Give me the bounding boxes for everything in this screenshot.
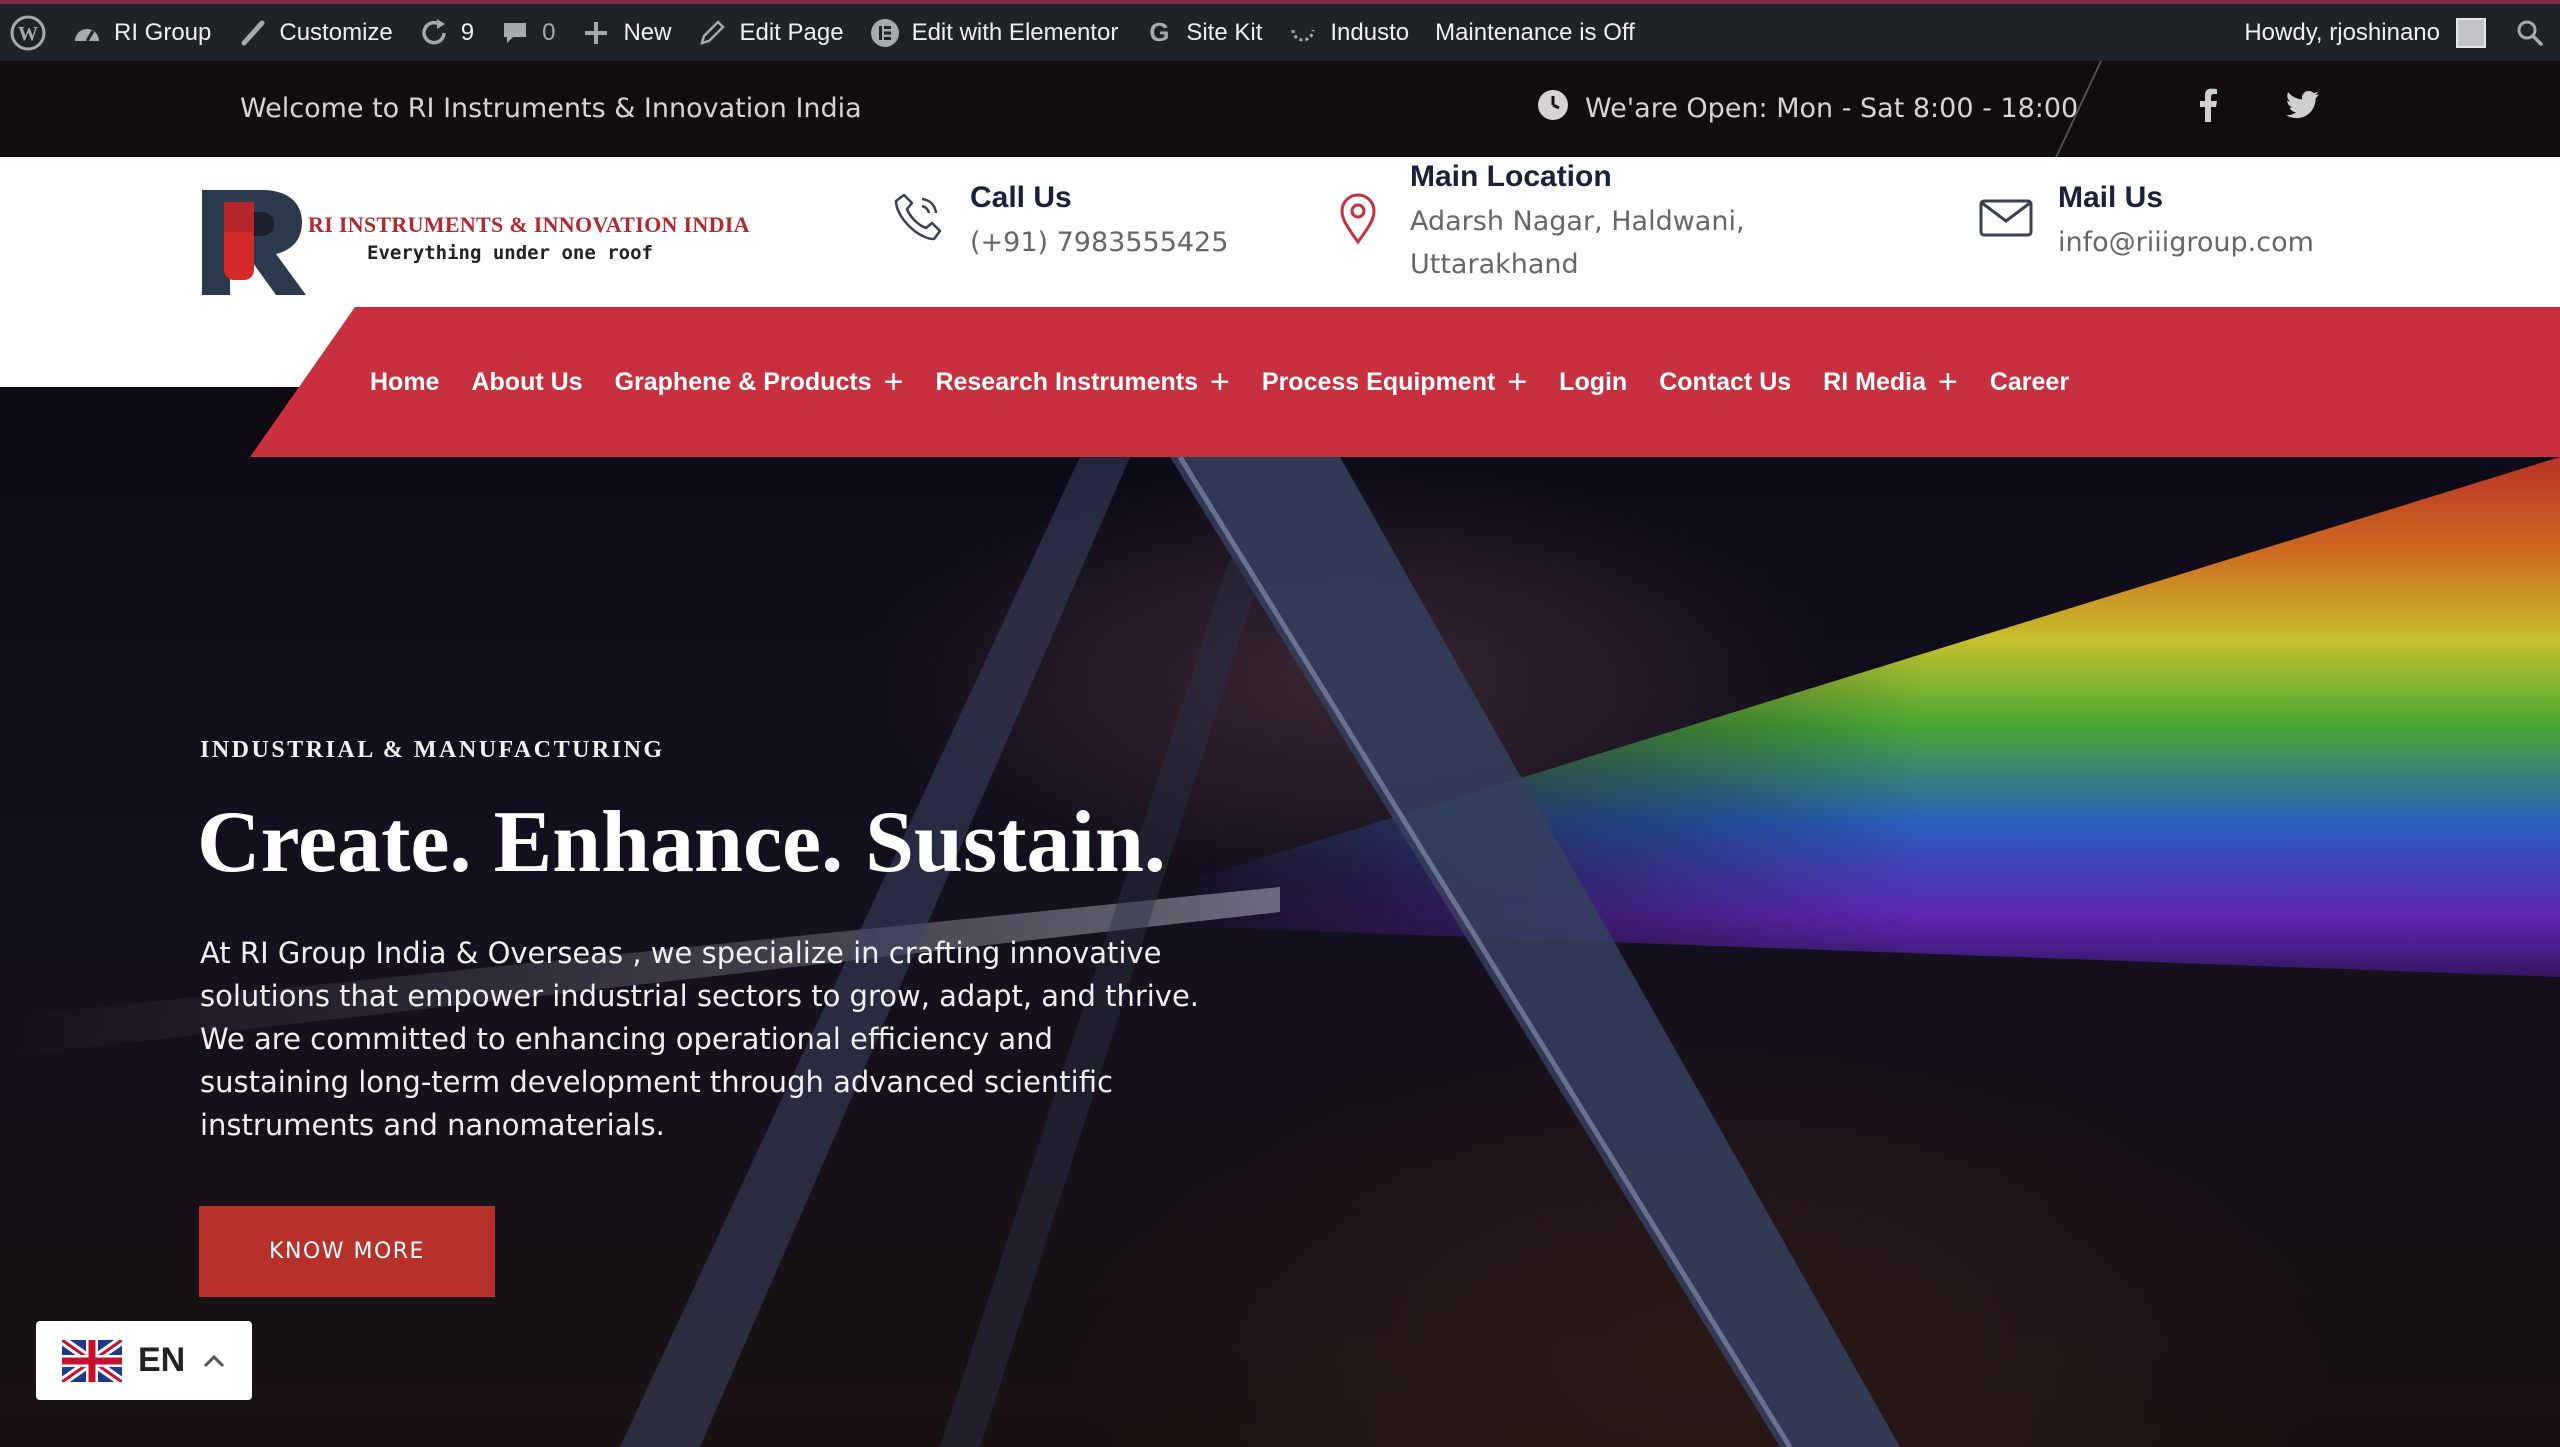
theme-smile-icon bbox=[1288, 18, 1318, 48]
nav-item-about-us[interactable]: About Us bbox=[471, 368, 582, 397]
plus-icon[interactable]: + bbox=[884, 365, 904, 399]
mail-us-address[interactable]: info@riiigroup.com bbox=[2058, 221, 2314, 264]
adminbar-howdy[interactable]: Howdy, rjoshinano bbox=[2244, 19, 2440, 47]
adminbar-customize-label: Customize bbox=[279, 18, 393, 46]
plus-icon[interactable]: + bbox=[1938, 365, 1958, 399]
adminbar-updates[interactable]: 9 bbox=[419, 18, 474, 48]
brush-icon bbox=[237, 18, 267, 48]
location-title: Main Location bbox=[1410, 160, 1612, 193]
nav-item-label: Home bbox=[370, 367, 440, 396]
top-info-bar: Welcome to RI Instruments & Innovation I… bbox=[0, 61, 2560, 171]
language-code: EN bbox=[138, 1341, 186, 1379]
adminbar-comments[interactable]: 0 bbox=[500, 18, 555, 48]
adminbar-customize[interactable]: Customize bbox=[237, 18, 393, 48]
nav-item-label: Research Instruments bbox=[935, 367, 1199, 396]
adminbar-site-label: RI Group bbox=[114, 18, 212, 46]
svg-text:W: W bbox=[18, 23, 38, 45]
nav-item-home[interactable]: Home bbox=[370, 368, 439, 397]
facebook-icon[interactable] bbox=[2188, 85, 2228, 125]
phone-icon bbox=[890, 189, 946, 245]
google-g-icon: G bbox=[1149, 17, 1170, 47]
adminbar-new[interactable]: New bbox=[581, 18, 671, 48]
adminbar-new-label: New bbox=[623, 18, 672, 46]
mail-icon bbox=[1978, 189, 2034, 245]
nav-item-label: Process Equipment bbox=[1261, 367, 1496, 396]
adminbar-theme[interactable]: Industo bbox=[1288, 18, 1409, 48]
know-more-button[interactable]: KNOW MORE bbox=[199, 1206, 495, 1297]
nav-item-contact-us[interactable]: Contact Us bbox=[1659, 368, 1791, 397]
adminbar-comments-count: 0 bbox=[542, 18, 556, 46]
chevron-up-icon bbox=[203, 1347, 225, 1375]
logo-mark-icon bbox=[202, 190, 306, 295]
adminbar-updates-count: 9 bbox=[460, 18, 475, 46]
plus-icon[interactable]: + bbox=[1210, 365, 1230, 399]
contact-mail[interactable]: Mail Us info@riiigroup.com bbox=[1978, 181, 2314, 264]
plus-icon bbox=[581, 18, 611, 48]
nav-item-graphene-products[interactable]: Graphene & Products + bbox=[615, 365, 904, 399]
adminbar-maintenance-label: Maintenance is Off bbox=[1435, 18, 1635, 46]
adminbar-theme-label: Industo bbox=[1330, 18, 1410, 46]
site-logo[interactable]: RI INSTRUMENTS & INNOVATION INDIA Everyt… bbox=[202, 190, 782, 295]
mail-us-title: Mail Us bbox=[2058, 181, 2164, 214]
hero-kicker: INDUSTRIAL & MANUFACTURING bbox=[200, 737, 665, 763]
pencil-icon bbox=[697, 18, 727, 48]
wordpress-logo-icon[interactable]: W bbox=[10, 15, 46, 51]
opening-hours-text: We'are Open: Mon - Sat 8:00 - 18:00 bbox=[1585, 93, 2079, 124]
opening-hours: We'are Open: Mon - Sat 8:00 - 18:00 bbox=[1537, 89, 2078, 128]
call-us-number[interactable]: (+91) 7983555425 bbox=[970, 221, 1228, 264]
location-line-1: Adarsh Nagar, Haldwani, bbox=[1410, 206, 1745, 237]
nav-item-label: Login bbox=[1559, 367, 1628, 396]
contact-location[interactable]: Main Location Adarsh Nagar, Haldwani, Ut… bbox=[1330, 160, 1745, 286]
avatar[interactable] bbox=[2456, 17, 2486, 48]
adminbar-elementor[interactable]: Edit with Elementor bbox=[870, 18, 1119, 48]
call-us-title: Call Us bbox=[970, 181, 1072, 214]
nav-item-research-instruments[interactable]: Research Instruments + bbox=[935, 365, 1229, 399]
adminbar-sitekit[interactable]: G Site Kit bbox=[1144, 17, 1263, 48]
adminbar-edit-page[interactable]: Edit Page bbox=[697, 18, 844, 48]
contact-call[interactable]: Call Us (+91) 7983555425 bbox=[890, 181, 1228, 264]
nav-item-label: Contact Us bbox=[1659, 367, 1792, 396]
logo-title: RI INSTRUMENTS & INNOVATION INDIA bbox=[308, 212, 750, 237]
adminbar-site-link[interactable]: RI Group bbox=[72, 18, 211, 48]
adminbar-elementor-label: Edit with Elementor bbox=[911, 18, 1119, 46]
adminbar-edit-page-label: Edit Page bbox=[739, 18, 844, 46]
logo-tagline: Everything under one roof bbox=[367, 242, 653, 264]
clock-icon bbox=[1537, 89, 1569, 128]
nav-item-label: Graphene & Products bbox=[614, 367, 872, 396]
nav-item-label: Career bbox=[1989, 367, 2070, 396]
adminbar-maintenance[interactable]: Maintenance is Off bbox=[1435, 19, 1635, 47]
elementor-icon bbox=[870, 18, 900, 48]
nav-item-process-equipment[interactable]: Process Equipment + bbox=[1262, 365, 1527, 399]
hero-headline: Create. Enhance. Sustain. bbox=[197, 794, 1166, 891]
header-strip bbox=[0, 307, 360, 387]
nav-item-ri-media[interactable]: RI Media + bbox=[1823, 365, 1958, 399]
main-navigation: Home About Us Graphene & Products + Resea… bbox=[250, 307, 2560, 457]
location-pin-icon bbox=[1330, 190, 1386, 246]
nav-item-career[interactable]: Career bbox=[1990, 368, 2069, 397]
nav-item-login[interactable]: Login bbox=[1559, 368, 1627, 397]
location-line-2: Uttarakhand bbox=[1410, 249, 1579, 280]
updates-icon bbox=[419, 18, 449, 48]
hero-section: INDUSTRIAL & MANUFACTURING Create. Enhan… bbox=[0, 457, 2560, 1447]
wp-admin-bar: W RI Group Customize 9 0 New Edit Page E… bbox=[0, 0, 2560, 61]
twitter-icon[interactable] bbox=[2283, 85, 2323, 125]
search-icon[interactable] bbox=[2516, 19, 2544, 47]
language-switcher[interactable]: EN bbox=[36, 1321, 252, 1400]
dashboard-icon bbox=[72, 18, 102, 48]
plus-icon[interactable]: + bbox=[1507, 365, 1527, 399]
welcome-text: Welcome to RI Instruments & Innovation I… bbox=[240, 93, 862, 124]
nav-item-label: About Us bbox=[471, 367, 583, 396]
nav-item-label: RI Media bbox=[1823, 367, 1926, 396]
adminbar-sitekit-label: Site Kit bbox=[1186, 18, 1263, 46]
uk-flag-icon bbox=[62, 1339, 122, 1382]
hero-paragraph: At RI Group India & Overseas , we specia… bbox=[200, 936, 1200, 1142]
comment-icon bbox=[500, 18, 530, 48]
